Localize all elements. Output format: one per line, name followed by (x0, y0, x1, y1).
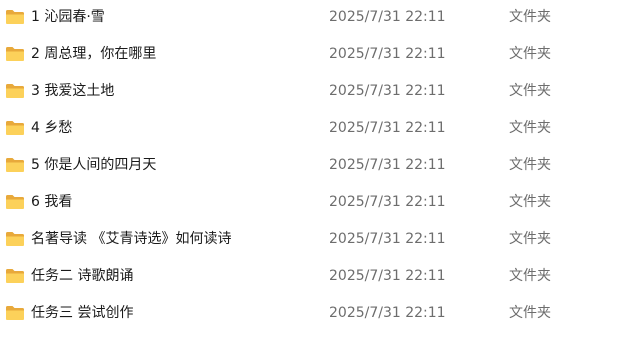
file-type: 文件夹 (509, 157, 551, 173)
date-modified: 2025/7/31 22:11 (329, 157, 446, 173)
folder-name: 4 乡愁 (31, 120, 73, 136)
file-type: 文件夹 (509, 231, 551, 247)
folder-name: 6 我看 (31, 194, 73, 210)
file-type: 文件夹 (509, 194, 551, 210)
folder-name: 3 我爱这土地 (31, 83, 115, 99)
file-type: 文件夹 (509, 9, 551, 25)
folder-row[interactable]: 名著导读 《艾青诗选》如何读诗 2025/7/31 22:11 文件夹 (0, 224, 634, 254)
folder-row[interactable]: 6 我看 2025/7/31 22:11 文件夹 (0, 187, 634, 217)
folder-name: 2 周总理，你在哪里 (31, 46, 157, 62)
folder-name: 1 沁园春·雪 (31, 9, 105, 25)
folder-icon (5, 305, 25, 321)
date-modified: 2025/7/31 22:11 (329, 194, 446, 210)
date-modified: 2025/7/31 22:11 (329, 268, 446, 284)
folder-name: 5 你是人间的四月天 (31, 157, 157, 173)
date-modified: 2025/7/31 22:11 (329, 46, 446, 62)
folder-row[interactable]: 5 你是人间的四月天 2025/7/31 22:11 文件夹 (0, 150, 634, 180)
folder-row[interactable]: 任务二 诗歌朗诵 2025/7/31 22:11 文件夹 (0, 261, 634, 291)
file-type: 文件夹 (509, 83, 551, 99)
date-modified: 2025/7/31 22:11 (329, 83, 446, 99)
file-type: 文件夹 (509, 120, 551, 136)
folder-icon (5, 46, 25, 62)
folder-icon (5, 157, 25, 173)
folder-icon (5, 268, 25, 284)
folder-icon (5, 231, 25, 247)
folder-name: 任务三 尝试创作 (31, 305, 134, 321)
folder-row[interactable]: 4 乡愁 2025/7/31 22:11 文件夹 (0, 113, 634, 143)
file-type: 文件夹 (509, 268, 551, 284)
folder-icon (5, 9, 25, 25)
date-modified: 2025/7/31 22:11 (329, 120, 446, 136)
date-modified: 2025/7/31 22:11 (329, 9, 446, 25)
folder-icon (5, 120, 25, 136)
folder-row[interactable]: 3 我爱这土地 2025/7/31 22:11 文件夹 (0, 76, 634, 106)
folder-name: 任务二 诗歌朗诵 (31, 268, 134, 284)
folder-icon (5, 194, 25, 210)
folder-row[interactable]: 2 周总理，你在哪里 2025/7/31 22:11 文件夹 (0, 39, 634, 69)
folder-row[interactable]: 1 沁园春·雪 2025/7/31 22:11 文件夹 (0, 2, 634, 32)
folder-icon (5, 83, 25, 99)
file-list: 1 沁园春·雪 2025/7/31 22:11 文件夹 2 周总理，你在哪里 2… (0, 0, 634, 349)
file-type: 文件夹 (509, 46, 551, 62)
folder-row[interactable]: 任务三 尝试创作 2025/7/31 22:11 文件夹 (0, 298, 634, 328)
date-modified: 2025/7/31 22:11 (329, 305, 446, 321)
file-type: 文件夹 (509, 305, 551, 321)
folder-name: 名著导读 《艾青诗选》如何读诗 (31, 231, 232, 247)
date-modified: 2025/7/31 22:11 (329, 231, 446, 247)
